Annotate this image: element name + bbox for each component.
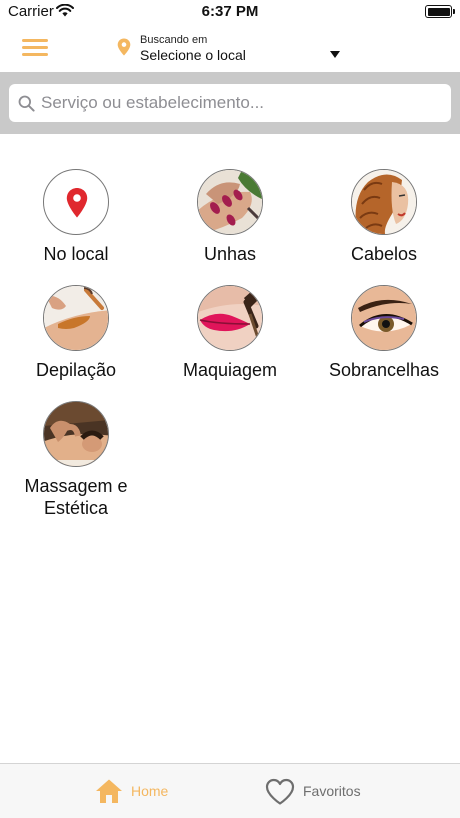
map-pin-icon — [43, 169, 109, 235]
tab-home[interactable]: Home — [95, 764, 185, 818]
dropdown-arrow-icon[interactable] — [330, 51, 340, 58]
category-label: No local — [43, 244, 109, 264]
home-icon — [96, 779, 122, 803]
hamburger-menu-button[interactable] — [22, 37, 50, 59]
category-label: Cabelos — [350, 244, 418, 264]
location-pin-icon — [117, 38, 131, 56]
category-label: Maquiagem — [182, 360, 278, 380]
hair-photo — [351, 169, 417, 235]
battery-icon — [425, 5, 455, 18]
waxing-photo — [43, 285, 109, 351]
search-box[interactable] — [9, 84, 451, 122]
tab-favoritos-label: Favoritos — [303, 783, 361, 799]
category-label: Depilação — [35, 360, 117, 380]
location-value: Selecione o local — [140, 47, 246, 63]
eyebrow-photo — [351, 285, 417, 351]
tab-home-label: Home — [131, 783, 169, 799]
search-icon — [18, 95, 35, 112]
status-bar: Carrier 6:37 PM — [0, 0, 460, 24]
location-caption: Buscando em — [140, 34, 208, 46]
tab-favoritos[interactable]: Favoritos — [265, 764, 375, 818]
search-bar-area — [0, 72, 460, 134]
heart-icon — [265, 778, 295, 805]
category-label: Massagem e Estética — [24, 476, 128, 518]
header: Buscando em Selecione o local — [0, 24, 460, 72]
clock: 6:37 PM — [201, 3, 259, 20]
tab-bar: Home Favoritos — [0, 763, 460, 818]
nails-photo — [197, 169, 263, 235]
makeup-photo — [197, 285, 263, 351]
search-input[interactable] — [41, 84, 441, 122]
category-label: Unhas — [203, 244, 257, 264]
massage-photo — [43, 401, 109, 467]
category-label: Sobrancelhas — [328, 360, 440, 380]
